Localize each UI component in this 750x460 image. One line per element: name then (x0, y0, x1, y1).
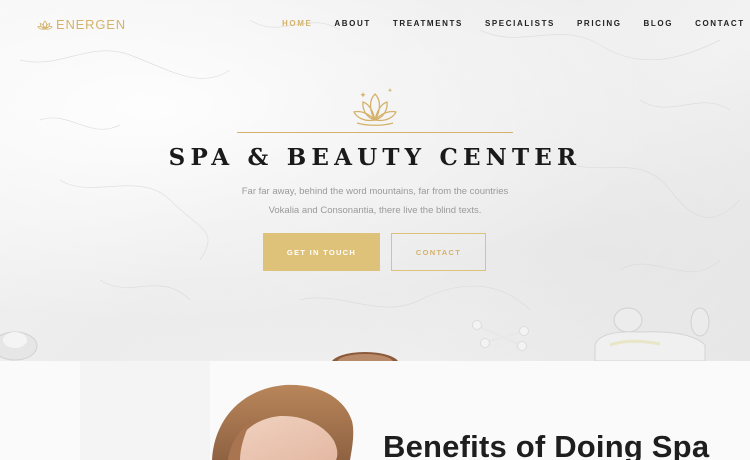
nav-item-home[interactable]: HOME (282, 19, 312, 28)
nav-item-treatments[interactable]: TREATMENTS (393, 19, 463, 28)
benefits-section: Benefits of Doing Spa (0, 361, 750, 460)
nav-item-pricing[interactable]: PRICING (577, 19, 622, 28)
hero-description-line-2: Vokalia and Consonantia, there live the … (268, 205, 482, 216)
lotus-icon (37, 19, 53, 30)
hero-divider (237, 132, 513, 133)
nav-item-contact[interactable]: CONTACT (695, 19, 745, 28)
hero-description-line-1: Far far away, behind the word mountains,… (241, 186, 509, 197)
hero-description: Far far away, behind the word mountains,… (200, 182, 550, 220)
nav-item-specialists[interactable]: SPECIALISTS (485, 19, 555, 28)
glass-jar-right (594, 307, 710, 361)
main-nav: HOME ABOUT TREATMENTS SPECIALISTS PRICIN… (282, 19, 745, 28)
lotus-icon (353, 88, 397, 126)
section-title: Benefits of Doing Spa (383, 429, 710, 460)
hero-section: ENERGEN HOME ABOUT TREATMENTS SPECIALIST… (0, 0, 750, 361)
brand-logo[interactable]: ENERGEN (37, 17, 126, 32)
brand-name: ENERGEN (56, 17, 126, 32)
nav-item-blog[interactable]: BLOG (644, 19, 674, 28)
contact-button[interactable]: CONTACT (391, 233, 486, 271)
wooden-bowl (332, 352, 398, 361)
hero-title: SPA & BEAUTY CENTER (168, 144, 582, 171)
nav-item-about[interactable]: ABOUT (334, 19, 370, 28)
glass-jar-left (0, 331, 38, 361)
get-in-touch-button[interactable]: GET IN TOUCH (263, 233, 380, 271)
hero-background (0, 19, 741, 361)
